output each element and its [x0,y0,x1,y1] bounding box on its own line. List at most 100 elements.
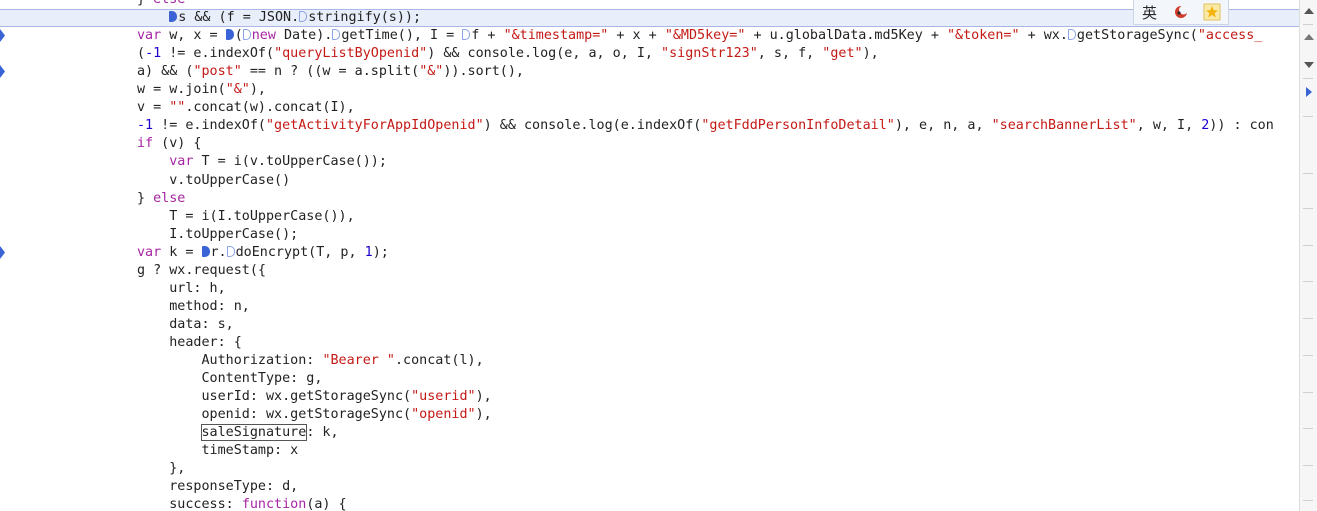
code-line[interactable]: ContentType: g, [0,370,1300,388]
star-icon[interactable] [1196,0,1227,24]
inline-breakpoint-icon[interactable] [462,29,471,41]
code-line[interactable]: -1 != e.indexOf("getActivityForAppIdOpen… [0,117,1300,135]
code-line[interactable]: v.toUpperCase() [0,172,1300,190]
code-line[interactable]: a) && ("post" == n ? ((w = a.split("&"))… [0,63,1300,81]
code-line[interactable]: w = w.join("&"), [0,81,1300,99]
inline-breakpoint-icon[interactable] [226,245,235,257]
code-line[interactable]: success: function(a) { [0,496,1300,511]
code-line[interactable]: } else [0,190,1300,208]
code-token: var [169,154,194,170]
code-line[interactable]: userId: wx.getStorageSync("userid"), [0,388,1300,406]
code-editor[interactable]: } else s && (f = JSON.stringify(s)); var … [0,0,1300,511]
code-token: getTime(), I = [341,28,463,44]
code-line[interactable]: } else [0,0,1300,9]
code-line[interactable]: var k = r. doEncrypt(T, p, 1); [0,244,1300,262]
inline-breakpoint-active-icon[interactable] [225,29,234,41]
code-line[interactable]: header: { [0,334,1300,352]
code-token: v = [137,100,170,116]
code-text: s && (f = JSON. stringify(s)); [137,10,421,26]
code-token: "post" [193,64,242,80]
code-token: "userid" [411,389,476,405]
arrow-right-icon[interactable] [1306,87,1312,97]
code-line[interactable]: url: h, [0,280,1300,298]
code-token: + x + [608,28,665,44]
code-token: ( [234,28,243,44]
code-line[interactable]: openid: wx.getStorageSync("openid"), [0,406,1300,424]
code-line[interactable]: data: s, [0,316,1300,334]
inline-breakpoint-active-icon[interactable] [201,245,210,257]
code-token: success: [137,497,242,511]
code-token: "signStr123" [661,46,758,62]
code-token: != e.indexOf( [161,46,275,62]
code-token: userId: wx.getStorageSync( [137,389,412,405]
code-line[interactable]: responseType: d, [0,478,1300,496]
scrollbar-divider [1303,500,1313,501]
code-text: header: { [137,334,242,352]
code-token: Authorization: [137,353,323,368]
code-token: openid: wx.getStorageSync( [137,407,412,423]
code-token: k = [161,244,202,260]
inline-breakpoint-icon[interactable] [1067,29,1076,41]
code-token: I.toUpperCase(); [137,226,299,242]
code-token: header: { [137,334,242,350]
chevron-up-icon[interactable] [1304,34,1314,40]
inline-breakpoint-icon[interactable] [332,29,341,41]
code-line[interactable]: Authorization: "Bearer ".concat(l), [0,352,1300,370]
code-token: w = w.join( [137,82,226,98]
code-text: responseType: d, [137,478,298,496]
code-line[interactable]: var T = i(v.toUpperCase()); [0,153,1300,171]
code-text: userId: wx.getStorageSync("userid"), [137,388,491,406]
code-token: else [153,0,185,7]
moon-icon[interactable] [1165,0,1196,24]
code-token: (a) { [306,497,347,511]
inline-breakpoint-icon[interactable] [242,29,251,41]
code-text: openid: wx.getStorageSync("openid"), [137,406,491,424]
vertical-scrollbar[interactable] [1299,0,1317,511]
execution-marker-icon[interactable] [0,245,5,259]
inline-breakpoint-icon[interactable] [299,11,308,23]
code-line[interactable]: var w, x = (new Date). getTime(), I = f +… [0,27,1300,45]
code-token: Date). [275,28,333,44]
code-text: ContentType: g, [137,370,322,388]
code-line[interactable]: (-1 != e.indexOf("queryListByOpenid") &&… [0,45,1300,63]
inline-breakpoint-active-icon[interactable] [169,11,178,23]
code-text: saleSignature: k, [137,424,339,442]
ime-language-label: 英 [1141,3,1157,22]
code-line[interactable]: }, [0,460,1300,478]
code-token: ( [137,46,146,62]
code-line[interactable]: if (v) { [0,135,1300,153]
code-token: else [153,190,186,206]
code-token: "&MD5key=" [664,28,746,44]
code-token: } [137,190,154,206]
code-line[interactable]: method: n, [0,298,1300,316]
code-token: "&" [225,82,250,98]
chevron-down-icon[interactable] [1304,62,1314,68]
code-line[interactable]: g ? wx.request({ [0,262,1300,280]
search-match-token: saleSignature [200,424,308,442]
code-token: "getActivityForAppIdOpenid" [266,118,484,134]
code-line[interactable]: saleSignature: k, [0,424,1300,442]
code-token: getStorageSync( [1076,28,1198,44]
code-token: "queryListByOpenid" [274,46,428,62]
code-token: + u.globalData.md5Key + [745,28,947,44]
code-line[interactable]: v = "".concat(w).concat(I), [0,99,1300,117]
code-token: != e.indexOf( [153,118,266,134]
code-token: , s, f, [757,46,823,62]
scrollbar-divider [1303,24,1313,25]
ime-language-toggle[interactable]: 英 [1134,0,1165,24]
code-token: -1 [137,118,154,134]
code-line[interactable]: timeStamp: x [0,442,1300,460]
code-token: function [241,497,307,511]
code-line-current[interactable]: s && (f = JSON. stringify(s)); [0,9,1300,28]
code-line[interactable]: T = i(I.toUpperCase()), [0,208,1300,226]
code-token: var [137,28,162,44]
code-line[interactable]: I.toUpperCase(); [0,226,1300,244]
execution-marker-icon[interactable] [0,29,5,43]
chevron-up-icon[interactable] [1304,8,1314,14]
code-token: "" [169,100,186,116]
code-token: if [137,136,154,152]
ime-toolbar[interactable]: 英 [1133,0,1229,25]
execution-marker-icon[interactable] [0,65,5,79]
code-token: T = i(I.toUpperCase()), [137,208,355,224]
